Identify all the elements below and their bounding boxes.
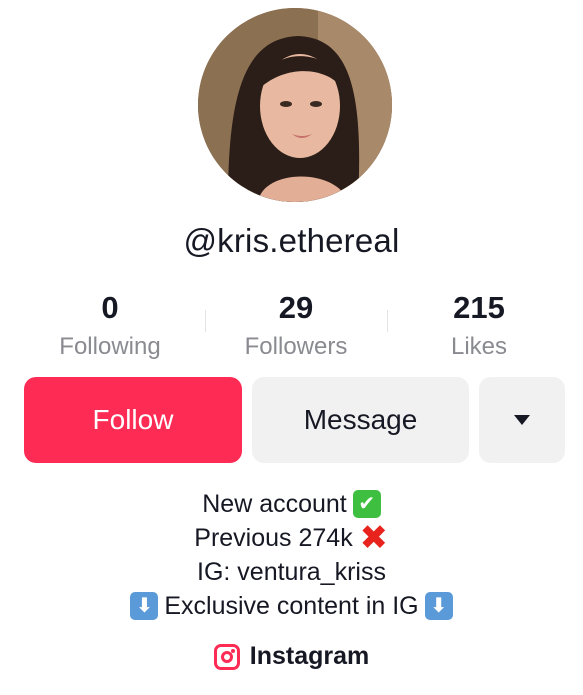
stat-followers[interactable]: 29 Followers: [226, 292, 366, 364]
bio-line-text: Previous 274k: [194, 524, 353, 552]
stats-divider: [387, 310, 388, 332]
check-mark-icon: ✔: [352, 490, 381, 518]
down-arrow-icon: ⬇: [424, 592, 453, 620]
bio-line: ⬇ Exclusive content in IG ⬇: [0, 589, 583, 623]
message-button[interactable]: Message: [252, 377, 469, 463]
avatar-image: [198, 8, 392, 202]
avatar[interactable]: [198, 8, 392, 202]
bio-line: Previous 274k ✖: [0, 521, 583, 555]
bio: New account ✔ Previous 274k ✖ IG: ventur…: [0, 487, 583, 623]
stats-row: 0 Following 29 Followers 215 Likes: [0, 292, 583, 362]
bio-line-text: IG: ventura_kriss: [197, 558, 386, 586]
followers-count: 29: [278, 290, 314, 325]
following-label: Following: [59, 333, 161, 360]
instagram-icon: [213, 643, 240, 670]
stat-following[interactable]: 0 Following: [40, 292, 180, 364]
caret-down-icon: [514, 415, 530, 425]
followers-label: Followers: [244, 333, 348, 360]
down-arrow-icon: ⬇: [130, 592, 159, 620]
following-count: 0: [101, 290, 119, 325]
profile-page: @kris.ethereal 0 Following 29 Followers …: [0, 0, 583, 695]
instagram-link[interactable]: Instagram: [0, 642, 583, 671]
bio-line: New account ✔: [0, 487, 583, 521]
likes-count: 215: [453, 290, 505, 325]
instagram-link-label: Instagram: [249, 642, 370, 670]
stat-likes[interactable]: 215 Likes: [409, 292, 549, 364]
username: @kris.ethereal: [183, 222, 400, 259]
follow-button[interactable]: Follow: [24, 377, 242, 463]
cross-mark-icon: ✖: [359, 519, 388, 557]
likes-label: Likes: [450, 333, 508, 360]
stats-divider: [205, 310, 206, 332]
bio-line-text: Exclusive content in IG: [164, 592, 419, 620]
bio-line-text: New account: [202, 490, 347, 518]
more-options-button[interactable]: [479, 377, 565, 463]
bio-line: IG: ventura_kriss: [0, 555, 583, 589]
